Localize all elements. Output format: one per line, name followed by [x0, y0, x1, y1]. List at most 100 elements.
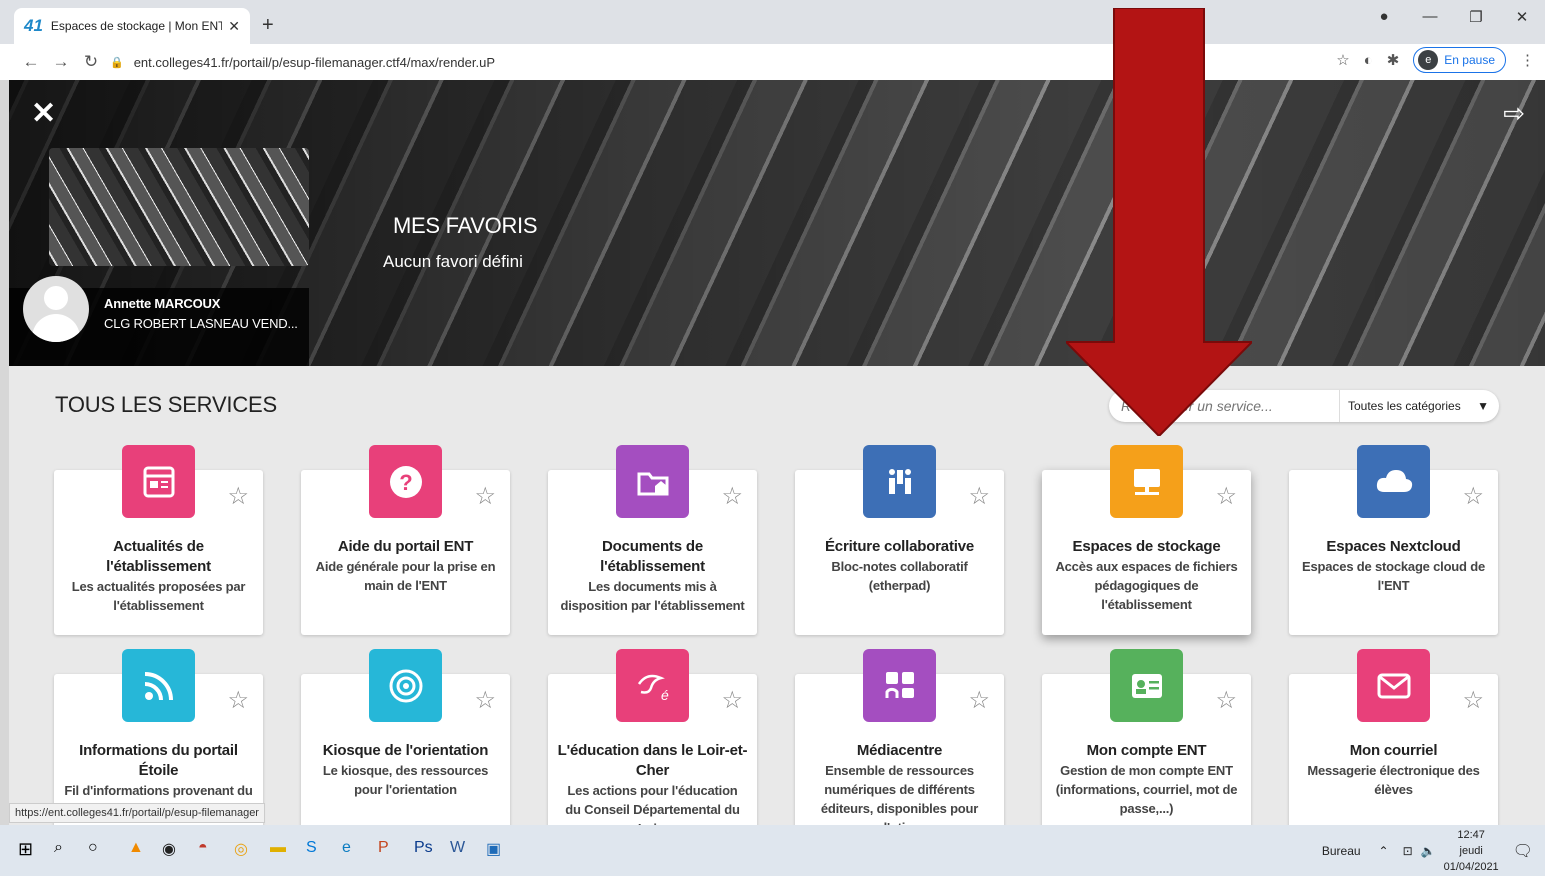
service-card-body: Actualités de l'établissement Les actuali…: [60, 537, 257, 615]
close-window-button[interactable]: ✕: [1499, 8, 1545, 26]
app-icon[interactable]: ◉: [162, 839, 176, 859]
cloud-icon: [1357, 445, 1430, 518]
service-card[interactable]: ☆ Documents de l'établissement Les documen…: [548, 445, 757, 635]
service-card[interactable]: ☆ Espaces de stockage Accès aux espaces de…: [1042, 445, 1251, 635]
service-title: Mon courriel: [1349, 742, 1438, 759]
profile-menu-icon[interactable]: ●: [1361, 8, 1407, 26]
favorite-star-icon[interactable]: ☆: [968, 686, 990, 715]
service-description: Fil d'informations provenant du: [64, 783, 253, 798]
extension-icon[interactable]: ◐: [1364, 52, 1373, 69]
puzzle-icon[interactable]: ✱: [1387, 51, 1400, 69]
volume-icon[interactable]: 🔈: [1421, 844, 1436, 858]
system-tray: Bureau ⌃ ⊡ 🔈 12:47 jeudi 01/04/2021 🗨: [1322, 825, 1545, 876]
skype-icon[interactable]: S: [306, 839, 317, 857]
status-url-tooltip: https://ent.colleges41.fr/portail/p/esup…: [9, 803, 265, 823]
service-title: Informations du portail Étoile: [79, 742, 238, 779]
maximize-button[interactable]: ❐: [1453, 8, 1499, 26]
network-icon[interactable]: ⊡: [1403, 844, 1413, 858]
file-explorer-icon[interactable]: ▬: [270, 839, 286, 857]
headset-icon[interactable]: ◓: [198, 839, 208, 857]
service-card[interactable]: ? ☆ Aide du portail ENT Aide générale pour …: [301, 445, 510, 635]
favorite-star-icon[interactable]: ☆: [721, 686, 743, 715]
forward-button[interactable]: →: [46, 52, 76, 72]
service-description: Les actualités proposées par l'établisse…: [71, 579, 246, 613]
menu-dots-icon[interactable]: ⋮: [1520, 51, 1535, 69]
cortana-icon[interactable]: ○: [88, 839, 98, 857]
close-icon[interactable]: ✕: [31, 96, 56, 131]
service-card[interactable]: é ☆ L'éducation dans le Loir-et-Cher Les ac…: [548, 649, 757, 825]
favorite-star-icon[interactable]: ☆: [227, 686, 249, 715]
service-card[interactable]: ☆ Écriture collaborative Bloc-notes collab…: [795, 445, 1004, 635]
photoshop-icon[interactable]: Ps: [414, 839, 433, 857]
media-icon: [863, 649, 936, 722]
windows-start-icon[interactable]: ⊞: [18, 839, 33, 860]
service-card[interactable]: ☆ Médiacentre Ensemble de ressources numér…: [795, 649, 1004, 825]
favorite-star-icon[interactable]: ☆: [474, 686, 496, 715]
favorite-star-icon[interactable]: ☆: [721, 482, 743, 511]
favorite-star-icon[interactable]: ☆: [227, 482, 249, 511]
favorite-star-icon[interactable]: ☆: [1462, 686, 1484, 715]
user-school: CLG ROBERT LASNEAU VEND...: [104, 316, 298, 331]
account-icon: [1110, 649, 1183, 722]
url-text: ent.colleges41.fr/portail/p/esup-fileman…: [133, 54, 496, 70]
back-button[interactable]: ←: [16, 52, 46, 72]
avatar[interactable]: [23, 276, 89, 342]
service-card-body: Informations du portail Étoile Fil d'info…: [60, 741, 257, 800]
windows-taskbar: ⊞ ⌕ ○ ▲ ◉ ◓ ◎ ▬ S e P Ps W ▣ Bureau ⌃ ⊡ …: [0, 825, 1545, 876]
service-card[interactable]: ☆ Mon courriel Messagerie électronique des…: [1289, 649, 1498, 825]
browser-chrome: 41 Espaces de stockage | Mon ENT ✕ + ● —…: [0, 0, 1545, 80]
svg-text:?: ?: [399, 470, 412, 495]
category-select[interactable]: Toutes les catégories ▼: [1339, 390, 1499, 422]
bookmark-star-icon[interactable]: ☆: [1336, 51, 1349, 69]
storage-icon: [1110, 445, 1183, 518]
logout-icon[interactable]: ⇨: [1503, 98, 1525, 129]
vlc-icon[interactable]: ▲: [128, 839, 144, 857]
favorite-star-icon[interactable]: ☆: [1215, 482, 1237, 511]
chrome-icon[interactable]: ◎: [234, 839, 248, 859]
tab-title: Espaces de stockage | Mon ENT: [50, 19, 223, 33]
service-card-body: Mon courriel Messagerie électronique des …: [1295, 741, 1492, 799]
browser-tab[interactable]: 41 Espaces de stockage | Mon ENT ✕: [14, 8, 250, 44]
service-description: Aide générale pour la prise en main de l…: [315, 559, 496, 593]
portal-page: ✕ ⇨ Annette MARCOUX CLG ROBERT LASNEAU V…: [9, 80, 1545, 825]
service-card-body: Mon compte ENT Gestion de mon compte ENT …: [1048, 741, 1245, 818]
search-icon[interactable]: ⌕: [54, 839, 63, 857]
profile-cover-image: [49, 148, 309, 266]
chevron-down-icon: ▼: [1477, 399, 1489, 413]
service-card[interactable]: ☆ Mon compte ENT Gestion de mon compte ENT…: [1042, 649, 1251, 825]
word-icon[interactable]: W: [450, 839, 465, 857]
photos-icon[interactable]: ▣: [486, 839, 501, 859]
service-title: L'éducation dans le Loir-et-Cher: [557, 742, 748, 779]
reload-button[interactable]: ↻: [76, 52, 106, 72]
collab-icon: [863, 445, 936, 518]
service-description: Bloc-notes collaboratif (etherpad): [831, 559, 968, 593]
site-favicon-icon: 41: [24, 16, 43, 35]
service-card-body: Espaces Nextcloud Espaces de stockage clo…: [1295, 537, 1492, 595]
service-description: Ensemble de ressources numériques de dif…: [820, 763, 979, 825]
mail-icon: [1357, 649, 1430, 722]
service-card[interactable]: ☆ Actualités de l'établissement Les actual…: [54, 445, 263, 635]
service-card-body: Aide du portail ENT Aide générale pour la…: [307, 537, 504, 595]
chevron-up-icon[interactable]: ⌃: [1379, 844, 1389, 858]
service-title: Espaces de stockage: [1072, 538, 1221, 555]
profile-pause-button[interactable]: e En pause: [1413, 47, 1506, 73]
browser-toolbar: ← → ↻ 🔒 ent.colleges41.fr/portail/p/esup…: [0, 44, 1545, 80]
minimize-button[interactable]: —: [1407, 8, 1453, 26]
favorites-empty-text: Aucun favori défini: [383, 252, 523, 271]
favorite-star-icon[interactable]: ☆: [1215, 686, 1237, 715]
new-tab-button[interactable]: +: [262, 14, 274, 37]
favorite-star-icon[interactable]: ☆: [1462, 482, 1484, 511]
service-card[interactable]: ☆ Kiosque de l'orientation Le kiosque, des…: [301, 649, 510, 825]
favorites-title: MES FAVORIS: [393, 213, 538, 238]
service-card[interactable]: ☆ Espaces Nextcloud Espaces de stockage cl…: [1289, 445, 1498, 635]
notification-icon[interactable]: 🗨: [1513, 841, 1533, 861]
powerpoint-icon[interactable]: P: [378, 839, 389, 857]
news-icon: [122, 445, 195, 518]
favorite-star-icon[interactable]: ☆: [474, 482, 496, 511]
user-name: Annette MARCOUX: [104, 296, 221, 311]
clock[interactable]: 12:47 jeudi 01/04/2021: [1444, 827, 1499, 875]
desktop-label[interactable]: Bureau: [1322, 844, 1361, 858]
edge-icon[interactable]: e: [342, 839, 351, 857]
favorite-star-icon[interactable]: ☆: [968, 482, 990, 511]
tab-close-icon[interactable]: ✕: [228, 18, 240, 35]
